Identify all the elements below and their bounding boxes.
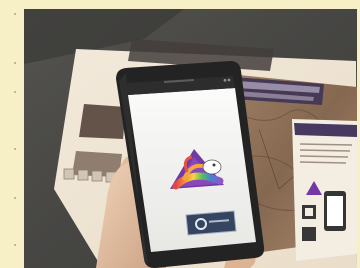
- photo-scene: [24, 9, 357, 268]
- left-edge-marks: [14, 0, 16, 268]
- photo: [24, 9, 357, 268]
